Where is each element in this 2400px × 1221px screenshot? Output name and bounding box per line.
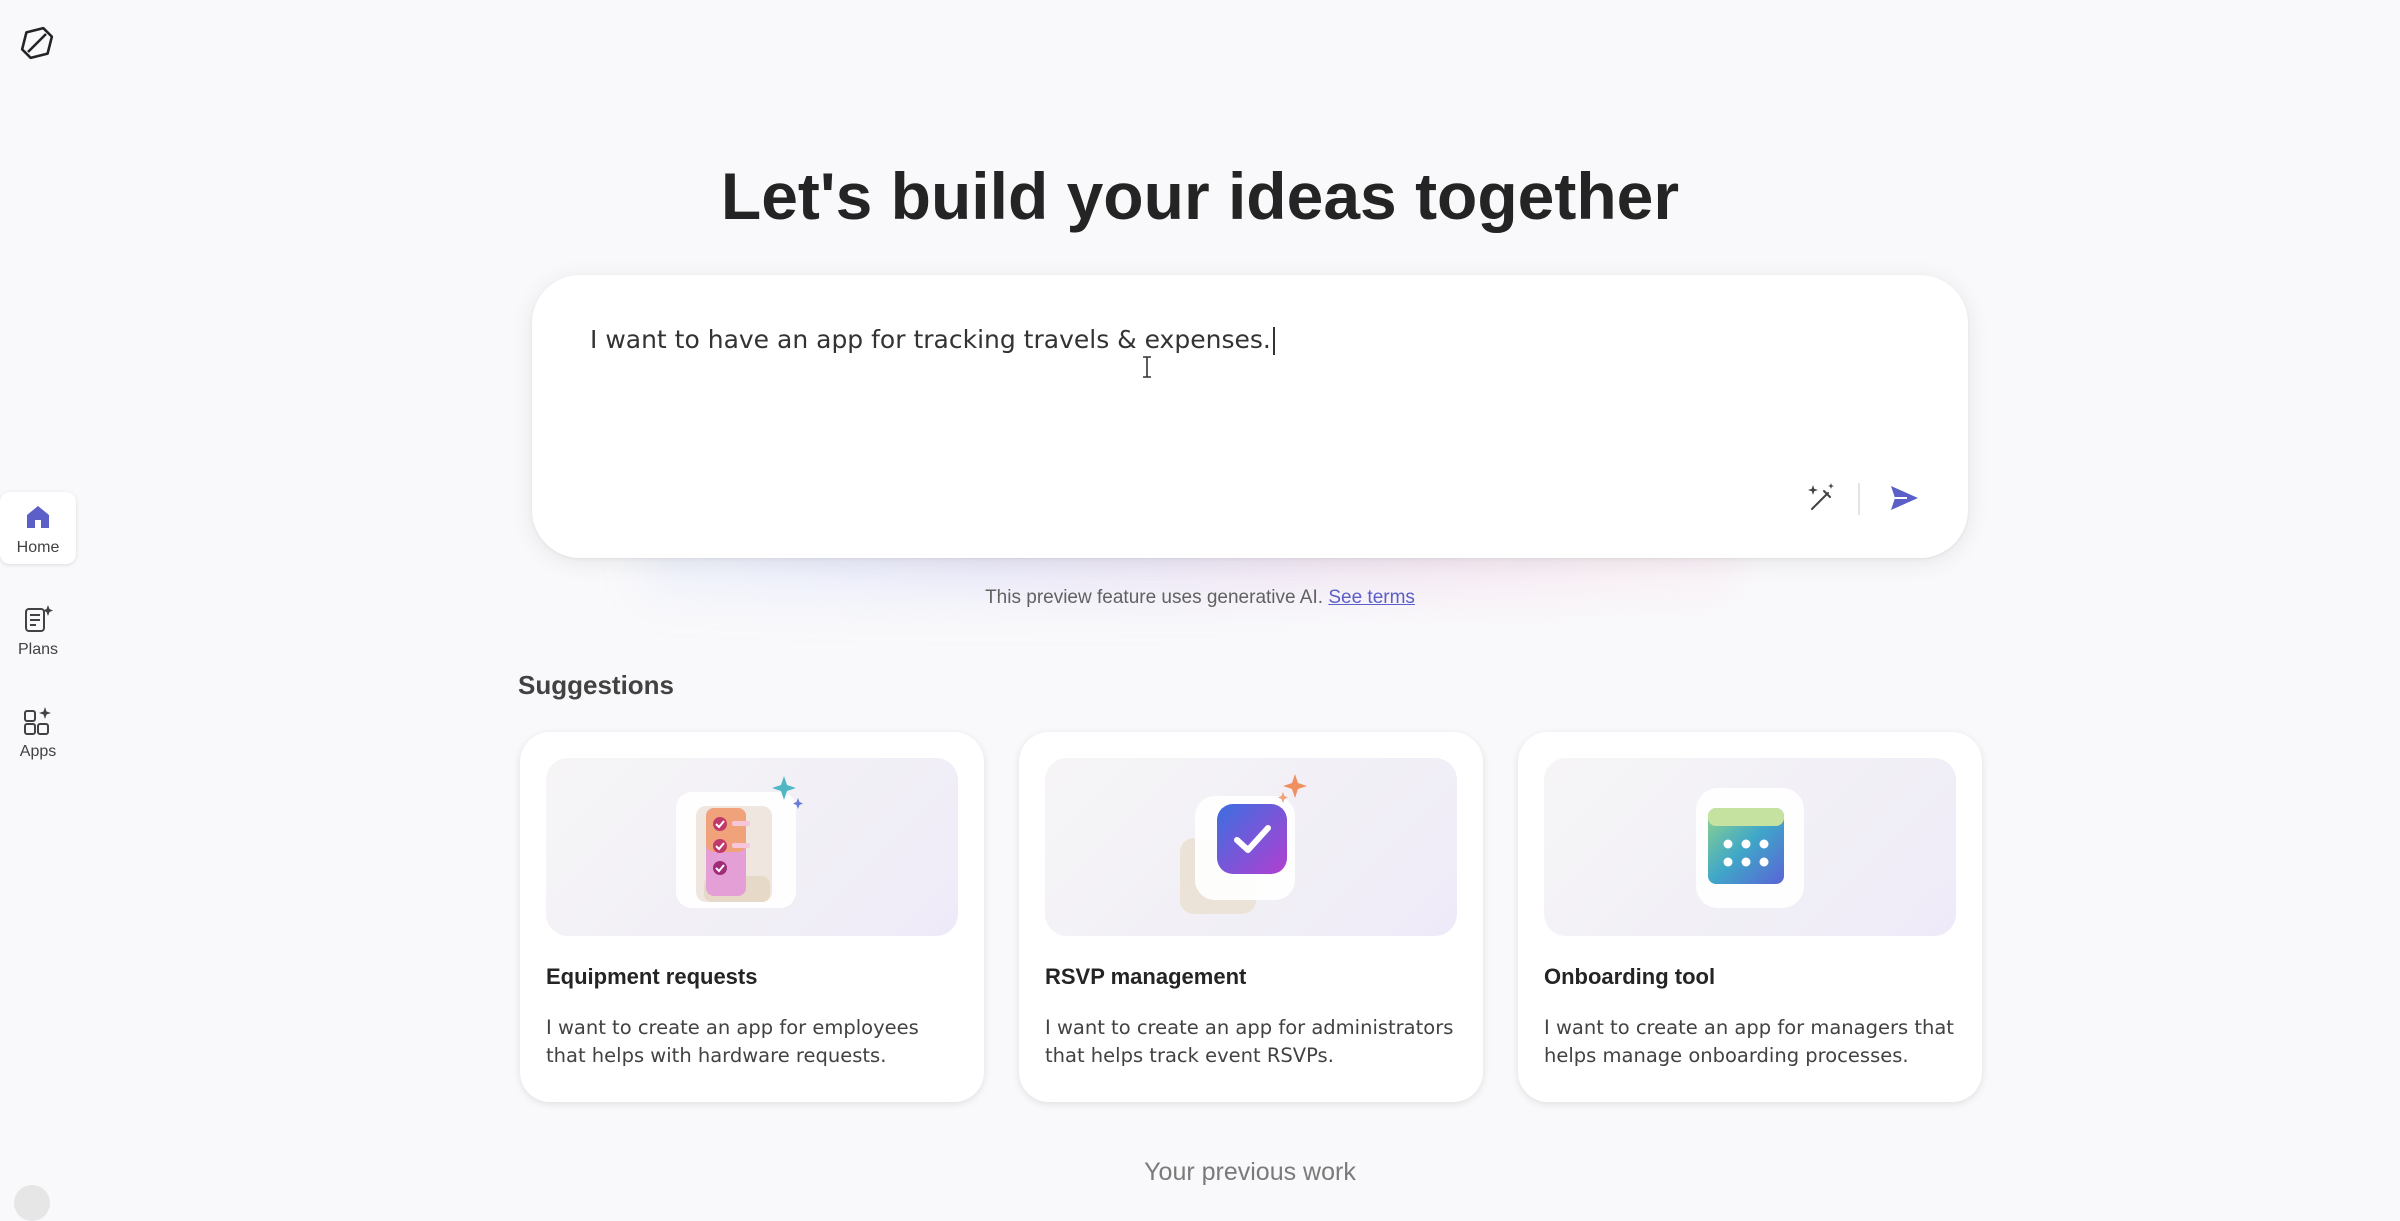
card-description: I want to create an app for employees th… <box>546 1016 919 1067</box>
nav-label-plans: Plans <box>17 641 59 658</box>
card-description: I want to create an app for managers tha… <box>1544 1016 1954 1067</box>
calendar-icon <box>1696 788 1804 908</box>
toolbar-divider <box>1858 483 1860 515</box>
ai-disclaimer: This preview feature uses generative AI.… <box>0 587 2400 609</box>
checklist-icon <box>676 776 803 908</box>
enhance-prompt-button[interactable] <box>1798 475 1844 521</box>
nav-label-apps: Apps <box>19 743 57 760</box>
card-illustration <box>546 758 958 936</box>
suggestion-card-onboarding-tool[interactable]: Onboarding tool I want to create an app … <box>1518 732 1982 1102</box>
card-title: Equipment requests <box>546 964 758 989</box>
left-nav: Home Plans Apps <box>0 492 78 798</box>
see-terms-link[interactable]: See terms <box>1328 587 1415 608</box>
card-illustration <box>1045 758 1457 936</box>
card-description: I want to create an app for administrato… <box>1045 1016 1454 1067</box>
suggestion-card-rsvp-management[interactable]: RSVP management I want to create an app … <box>1019 732 1483 1102</box>
send-button[interactable] <box>1881 475 1927 521</box>
nav-item-home[interactable]: Home <box>0 492 76 564</box>
nav-label-home: Home <box>16 539 60 556</box>
page-title: Let's build your ideas together <box>720 159 1680 233</box>
home-icon <box>27 506 49 528</box>
send-icon <box>1891 486 1918 510</box>
card-title: Onboarding tool <box>1544 964 1716 989</box>
prompt-input-value: I want to have an app for tracking trave… <box>590 325 1271 354</box>
avatar[interactable] <box>14 1185 50 1221</box>
previous-work-heading: Your previous work <box>1144 1158 1356 1186</box>
checkmark-badge-icon <box>1180 774 1307 914</box>
disclaimer-text: This preview feature uses generative AI. <box>985 587 1324 608</box>
magic-wand-icon <box>1808 483 1834 510</box>
prompt-input[interactable]: I want to have an app for tracking trave… <box>590 325 1275 355</box>
apps-icon <box>24 707 51 735</box>
app-logo-icon[interactable] <box>16 22 58 64</box>
card-illustration <box>1544 758 1956 936</box>
text-cursor-icon <box>1143 356 1151 378</box>
card-title: RSVP management <box>1045 964 1247 989</box>
nav-item-apps[interactable]: Apps <box>0 696 76 768</box>
suggestion-card-equipment-requests[interactable]: Equipment requests I want to create an a… <box>520 732 984 1102</box>
suggestions-heading: Suggestions <box>518 670 675 700</box>
text-caret <box>1272 327 1275 355</box>
prompt-input-box[interactable]: I want to have an app for tracking trave… <box>532 275 1968 558</box>
